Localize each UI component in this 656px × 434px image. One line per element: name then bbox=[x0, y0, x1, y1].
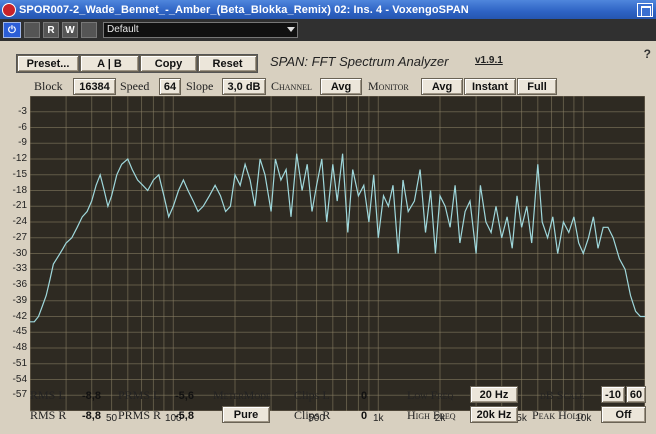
db-scale-max[interactable]: 60 bbox=[626, 386, 646, 403]
speed-value[interactable]: 64 bbox=[159, 78, 181, 95]
y-tick-label: -9 bbox=[18, 137, 27, 149]
db-scale-min[interactable]: -10 bbox=[601, 386, 625, 403]
x-tick-label: 1k bbox=[373, 413, 384, 424]
rms-r-label: RMS R bbox=[30, 408, 67, 422]
clips-l-label: Clips L bbox=[294, 388, 330, 402]
low-freq-value[interactable]: 20 Hz bbox=[470, 386, 518, 403]
window-title: SPOR007-2_Wade_Bennet_-_Amber_(Beta_Blok… bbox=[19, 3, 469, 16]
preset-select[interactable]: Default bbox=[103, 22, 298, 38]
bypass-icon[interactable] bbox=[24, 22, 40, 38]
host-toolbar: ⏻ R W Default bbox=[0, 19, 656, 41]
y-tick-label: -30 bbox=[12, 247, 27, 259]
prms-l-value: -5,6 bbox=[175, 390, 194, 402]
clips-r-label: Clips R bbox=[294, 408, 331, 422]
reset-button[interactable]: Reset bbox=[198, 55, 257, 72]
metermode-value[interactable]: Pure bbox=[222, 406, 270, 423]
rms-r-value: -8,8 bbox=[82, 410, 101, 422]
high-freq-value[interactable]: 20k Hz bbox=[470, 406, 518, 423]
y-tick-label: -21 bbox=[12, 200, 27, 212]
monitor-label: Monitor bbox=[368, 79, 409, 93]
speed-label: Speed bbox=[120, 79, 150, 93]
slope-value[interactable]: 3,0 dB bbox=[222, 78, 266, 95]
power-button[interactable]: ⏻ bbox=[3, 22, 21, 38]
y-tick-label: -51 bbox=[12, 357, 27, 369]
clips-l-value: 0 bbox=[361, 390, 368, 402]
prms-r-value: -5,8 bbox=[175, 410, 194, 422]
channel-label: Channel bbox=[271, 79, 312, 93]
high-freq-label: High Freq bbox=[407, 408, 456, 422]
low-freq-label: Low Freq bbox=[407, 388, 454, 402]
block-value[interactable]: 16384 bbox=[73, 78, 116, 95]
y-tick-label: -12 bbox=[12, 153, 27, 164]
preset-value: Default bbox=[107, 24, 139, 35]
channel-value[interactable]: Avg bbox=[320, 78, 362, 95]
rms-l-value: -8,8 bbox=[82, 390, 101, 402]
plugin-logo: SPAN: FFT Spectrum Analyzer bbox=[270, 54, 449, 69]
full-button[interactable]: Full bbox=[517, 78, 557, 95]
instant-button[interactable]: Instant bbox=[464, 78, 516, 95]
peak-hold-value[interactable]: Off bbox=[601, 406, 646, 423]
app-icon bbox=[2, 2, 16, 17]
preset-browser-icon[interactable] bbox=[81, 22, 97, 38]
y-tick-label: -18 bbox=[12, 184, 27, 196]
prms-l-label: PRMS L bbox=[118, 388, 161, 402]
slope-label: Slope bbox=[186, 79, 214, 93]
monitor-value[interactable]: Avg bbox=[421, 78, 463, 95]
write-automation-button[interactable]: W bbox=[62, 22, 78, 38]
metermode-label: MeterMode bbox=[213, 388, 271, 402]
y-tick-label: -6 bbox=[18, 121, 27, 133]
db-scale-label: dB Scale bbox=[540, 388, 585, 402]
preset-button[interactable]: Preset... bbox=[17, 55, 79, 72]
spectrum-svg bbox=[29, 95, 646, 412]
block-label: Block bbox=[34, 79, 63, 93]
spectrum-plot[interactable] bbox=[29, 95, 646, 412]
rms-l-label: RMS L bbox=[30, 388, 66, 402]
maximize-button[interactable] bbox=[637, 2, 653, 17]
window-titlebar[interactable]: SPOR007-2_Wade_Bennet_-_Amber_(Beta_Blok… bbox=[0, 0, 656, 19]
chevron-down-icon bbox=[287, 27, 295, 32]
y-tick-label: -48 bbox=[12, 342, 27, 353]
y-tick-label: -36 bbox=[12, 279, 27, 290]
y-tick-label: -57 bbox=[12, 389, 27, 401]
y-tick-label: -27 bbox=[12, 231, 27, 243]
peak-hold-label: Peak Hold bbox=[532, 408, 584, 422]
plugin-panel: ? Preset... A | B Copy Reset SPAN: FFT S… bbox=[0, 41, 656, 434]
y-tick-label: -45 bbox=[12, 326, 27, 338]
copy-button[interactable]: Copy bbox=[140, 55, 197, 72]
help-button[interactable]: ? bbox=[644, 47, 651, 61]
y-tick-label: -33 bbox=[12, 263, 27, 275]
y-tick-label: -42 bbox=[12, 310, 27, 322]
version-label[interactable]: v1.9.1 bbox=[475, 55, 503, 66]
prms-r-label: PRMS R bbox=[118, 408, 162, 422]
ab-button[interactable]: A | B bbox=[80, 55, 139, 72]
read-automation-button[interactable]: R bbox=[43, 22, 59, 38]
y-tick-label: -15 bbox=[12, 168, 27, 180]
y-tick-label: -54 bbox=[12, 373, 27, 385]
clips-r-value: 0 bbox=[361, 410, 368, 422]
y-tick-label: -3 bbox=[18, 105, 27, 117]
y-tick-label: -39 bbox=[12, 294, 27, 306]
y-tick-label: -24 bbox=[12, 216, 27, 227]
